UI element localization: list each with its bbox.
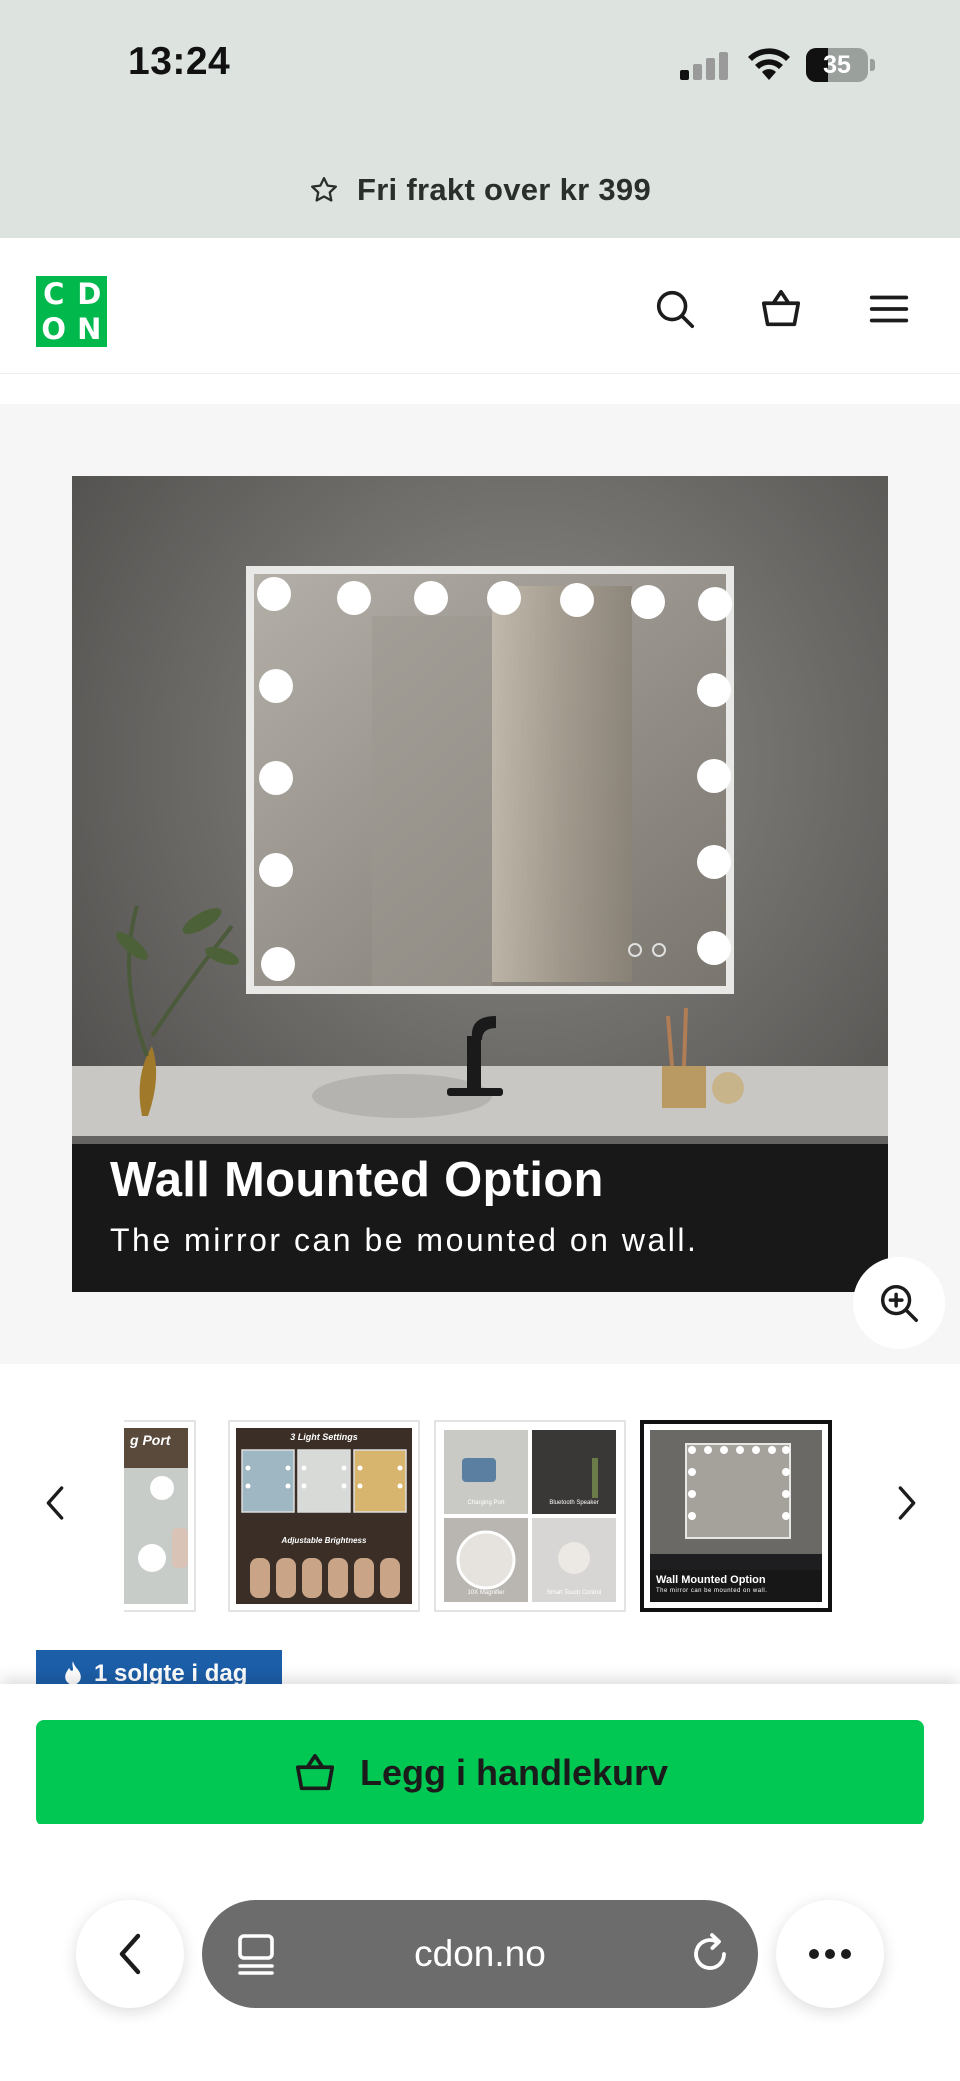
back-icon [119,1933,141,1975]
thumbnail-image [444,1430,616,1602]
add-to-cart-button[interactable]: Legg i handlekurv [36,1720,924,1826]
promo-text: Fri frakt over kr 399 [356,172,652,207]
cellular-signal-icon [680,52,730,80]
menu-button[interactable] [862,282,916,336]
thumbnail-carousel: g Port 3 Light Settings Adjustable Brigh… [0,1400,960,1630]
thumbnail-caption: 10X Magnifier [467,1590,505,1596]
thumbnail-caption: Charging Port [467,1500,505,1506]
add-to-cart-bar: Legg i handlekurv [0,1684,960,1826]
top-band: 13:24 35 Fri frakt over kr 399 [0,0,960,238]
product-gallery: Wall Mounted Option The mirror can be mo… [0,404,960,1364]
wifi-icon [748,48,790,80]
zoom-in-icon [880,1284,918,1322]
basket-icon [761,289,801,327]
cdon-logo[interactable]: C D O N [36,276,107,347]
cart-button[interactable] [754,282,808,336]
battery-icon: 35 [806,48,876,82]
browser-toolbar: cdon.no [0,1824,960,2081]
battery-level: 35 [823,51,851,79]
logo-letter: C [43,276,65,311]
thumbnail-image [124,1428,188,1604]
product-image[interactable]: Wall Mounted Option The mirror can be mo… [72,476,888,1292]
browser-back-button[interactable] [76,1900,184,2008]
more-icon [809,1949,851,1959]
search-button[interactable] [648,282,702,336]
thumbnail-image [236,1428,412,1604]
thumbnail[interactable]: Charging Port Bluetooth Speaker 10X Magn… [434,1420,626,1612]
thumbnail-caption: Bluetooth Speaker [549,1500,599,1506]
thumbnail-title: Wall Mounted Option [656,1574,766,1586]
add-to-cart-label: Legg i handlekurv [359,1752,669,1793]
thumbnail-subtitle: The mirror can be mounted on wall. [656,1588,768,1594]
flame-icon [65,1661,81,1685]
search-icon [656,290,695,329]
thumbnail[interactable]: g Port [124,1420,196,1612]
image-caption-subtitle: The mirror can be mounted on wall. [110,1222,699,1258]
thumbnail[interactable]: 3 Light Settings Adjustable Brightness [228,1420,420,1612]
chevron-left-icon [46,1486,64,1520]
thumbnail-title: 3 Light Settings [290,1432,358,1442]
promo-banner: Fri frakt over kr 399 [0,166,960,214]
logo-letter: N [77,312,102,347]
star-icon [310,177,337,202]
thumbnail-subtitle: Adjustable Brightness [281,1536,367,1545]
site-header: C D O N [0,238,960,374]
basket-icon [295,1753,335,1791]
chevron-right-icon [898,1486,916,1520]
address-bar[interactable]: cdon.no [202,1900,758,2008]
zoom-button[interactable] [853,1257,945,1349]
reload-icon[interactable] [686,1930,734,1978]
logo-letter: D [77,276,102,311]
image-caption-title: Wall Mounted Option [110,1153,604,1207]
address-bar-url: cdon.no [414,1933,546,1974]
menu-icon [869,295,909,323]
thumbnail-viewport: g Port 3 Light Settings Adjustable Brigh… [124,1418,836,1618]
thumbnail-next-button[interactable] [882,1478,932,1528]
browser-more-button[interactable] [776,1900,884,2008]
status-time: 13:24 [128,40,231,83]
thumbnail-prev-button[interactable] [30,1478,80,1528]
thumbnail-title: g Port [130,1432,171,1448]
logo-letter: O [41,312,67,347]
thumbnail-active[interactable]: Wall Mounted Option The mirror can be mo… [640,1420,832,1612]
thumbnail-caption: Smart Touch Control [546,1590,602,1596]
